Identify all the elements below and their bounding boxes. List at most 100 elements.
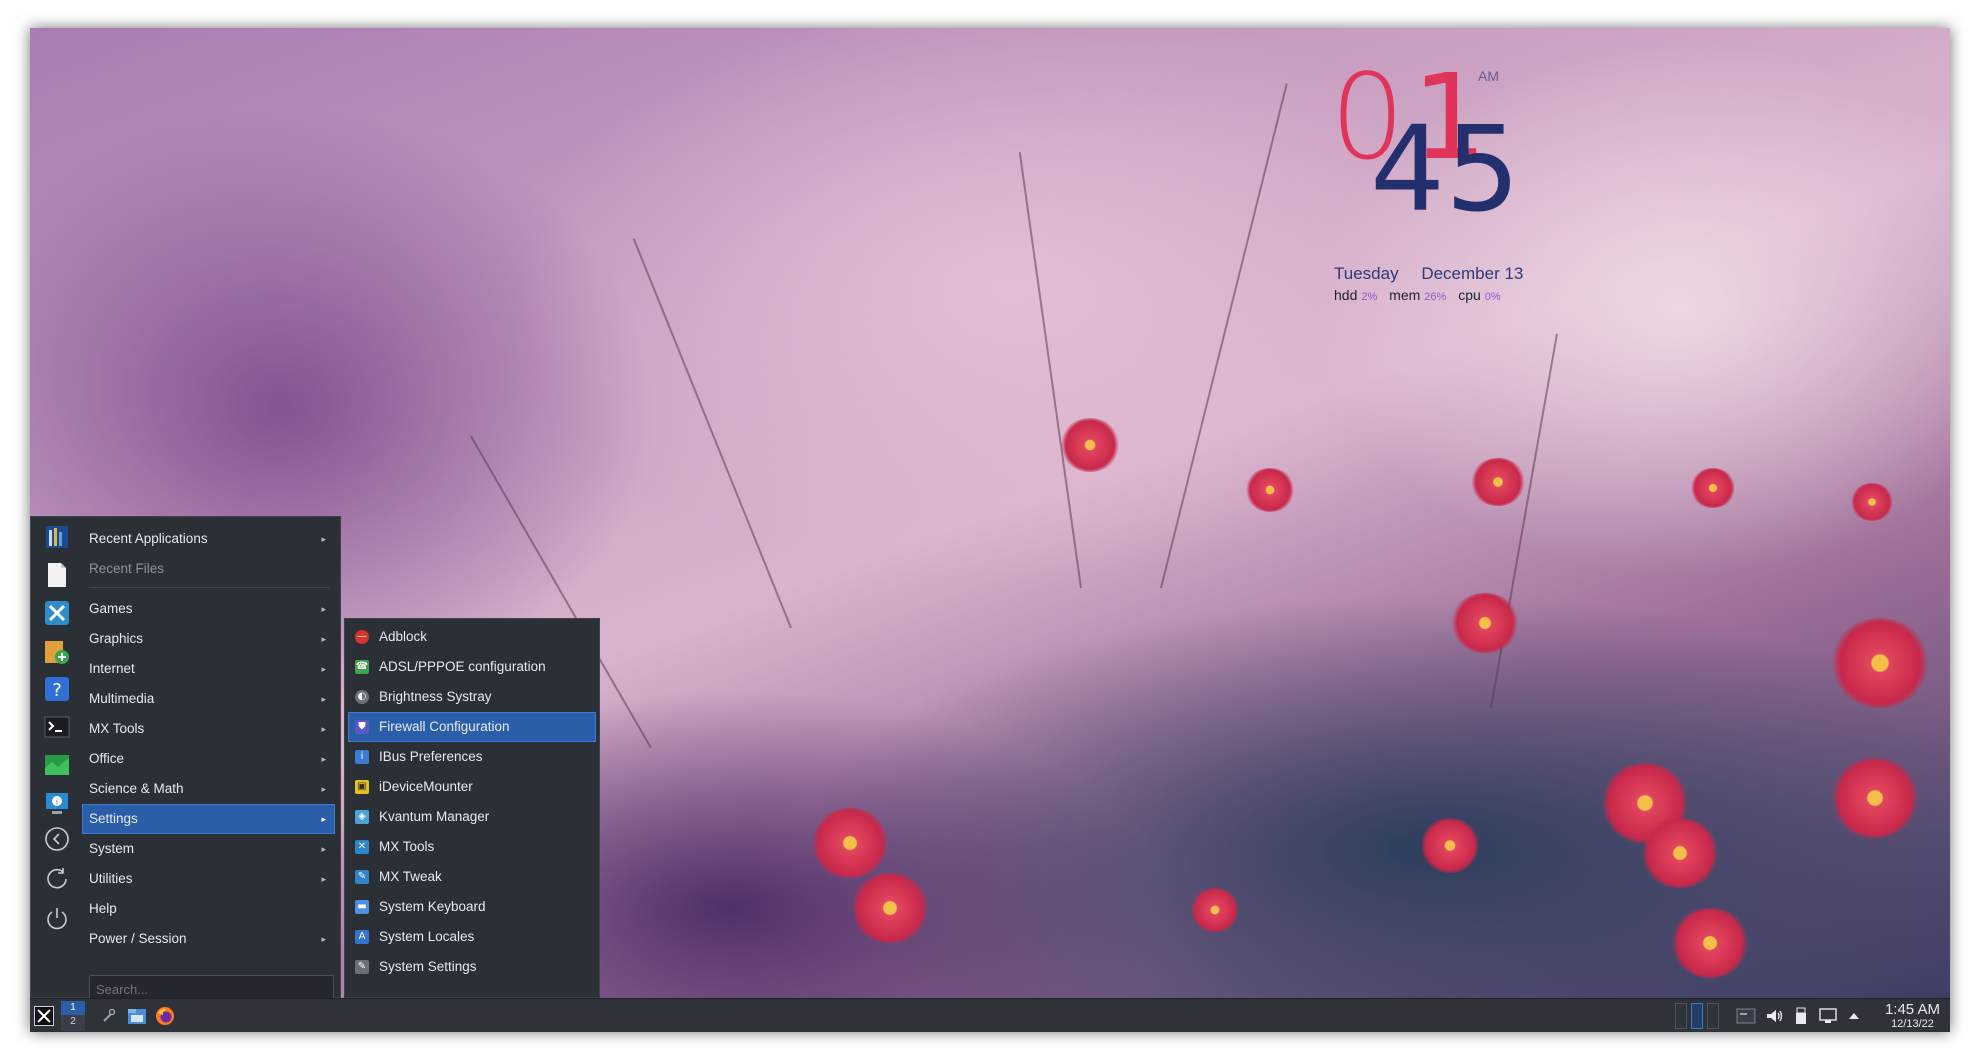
- clock-month-day: December 13: [1421, 264, 1524, 283]
- submenu-item-mx-tweak[interactable]: ✎ MX Tweak: [349, 863, 595, 891]
- screen-icon[interactable]: [1735, 1004, 1757, 1028]
- settings-submenu: — Adblock ☎ ADSL/PPPOE configuration ◐ Brig…: [344, 618, 600, 998]
- tray-time: 1:45 AM: [1884, 1001, 1940, 1018]
- mx-tools-favorite-icon[interactable]: [43, 599, 71, 627]
- back-icon[interactable]: [43, 825, 71, 853]
- mem-label: mem: [1389, 287, 1421, 303]
- submenu-item-adblock[interactable]: — Adblock: [349, 623, 595, 651]
- clock-minutes: 45: [1370, 100, 1521, 238]
- system-monitor-favorite-icon[interactable]: [43, 751, 71, 779]
- workspace-2[interactable]: 2: [61, 1015, 85, 1029]
- submenu-item-label: System Keyboard: [379, 899, 486, 914]
- submenu-item-label: MX Tweak: [379, 869, 442, 884]
- submenu-item-label: Brightness Systray: [379, 689, 492, 704]
- power-icon[interactable]: [43, 905, 71, 933]
- submenu-item-idevicemounter[interactable]: ▣ iDeviceMounter: [349, 773, 595, 801]
- submenu-item-label: IBus Preferences: [379, 749, 483, 764]
- menu-item-label: MX Tools: [89, 721, 145, 736]
- refresh-icon[interactable]: [43, 865, 71, 893]
- menu-item-help[interactable]: Help: [83, 895, 334, 923]
- tray-date: 12/13/22: [1891, 1018, 1934, 1030]
- submenu-item-kvantum-manager[interactable]: ◈ Kvantum Manager: [349, 803, 595, 831]
- clock-widget: 0 1 45 AM Tuesday December 13 hdd 2% mem 2…: [1330, 58, 1550, 303]
- submenu-item-mx-tools[interactable]: ✕ MX Tools: [349, 833, 595, 861]
- clock-weekday: Tuesday: [1334, 264, 1399, 283]
- usb-icon[interactable]: [1792, 1004, 1810, 1028]
- submenu-item-system-settings[interactable]: ✎ System Settings: [349, 953, 595, 981]
- submenu-arrow-icon: ▸: [321, 604, 326, 614]
- terminal-favorite-icon[interactable]: [43, 713, 71, 741]
- submenu-item-system-locales[interactable]: A System Locales: [349, 923, 595, 951]
- workspace-indicator-1[interactable]: [1675, 1003, 1687, 1029]
- submenu-item-label: Kvantum Manager: [379, 809, 490, 824]
- system-info-favorite-icon[interactable]: i: [43, 789, 71, 817]
- menu-item-multimedia[interactable]: Multimedia ▸: [83, 685, 334, 713]
- menu-item-label: Graphics: [89, 631, 144, 646]
- adblock-icon: —: [355, 630, 369, 644]
- submenu-arrow-icon: ▸: [321, 534, 326, 544]
- submenu-item-label: Firewall Configuration: [379, 719, 510, 734]
- submenu-arrow-icon: ▸: [321, 934, 326, 944]
- svg-text:i: i: [56, 798, 58, 807]
- keyboard-icon: ▬: [355, 900, 369, 914]
- network-status-icon[interactable]: [1818, 1004, 1838, 1028]
- menu-item-label: Utilities: [89, 871, 133, 886]
- settings-launcher-icon[interactable]: [98, 1004, 118, 1028]
- submenu-item-firewall-configuration[interactable]: ⛊ Firewall Configuration: [348, 712, 596, 742]
- menu-item-graphics[interactable]: Graphics ▸: [83, 625, 334, 653]
- hdd-label: hdd: [1334, 287, 1358, 303]
- start-menu-icon[interactable]: [33, 1004, 55, 1028]
- brightness-icon: ◐: [355, 690, 369, 704]
- mx-tools-icon: ✕: [355, 840, 369, 854]
- menu-item-label: Help: [89, 901, 117, 916]
- chevron-up-icon[interactable]: [1846, 1004, 1862, 1028]
- menu-item-settings[interactable]: Settings ▸: [82, 804, 335, 834]
- package-installer-favorite-icon[interactable]: [43, 637, 71, 665]
- submenu-item-brightness-systray[interactable]: ◐ Brightness Systray: [349, 683, 595, 711]
- kvantum-icon: ◈: [355, 810, 369, 824]
- workspace-indicator-3[interactable]: [1707, 1003, 1719, 1029]
- submenu-arrow-icon: ▸: [321, 754, 326, 764]
- idevice-icon: ▣: [355, 780, 369, 794]
- menu-item-office[interactable]: Office ▸: [83, 745, 334, 773]
- submenu-item-ibus-preferences[interactable]: i IBus Preferences: [349, 743, 595, 771]
- firefox-icon[interactable]: [154, 1004, 176, 1028]
- menu-item-internet[interactable]: Internet ▸: [83, 655, 334, 683]
- tray-clock[interactable]: 1:45 AM 12/13/22: [1885, 1001, 1940, 1031]
- application-menu: ? i Recent Applications ▸ Recent Files G…: [30, 516, 341, 1003]
- submenu-arrow-icon: ▸: [321, 784, 326, 794]
- help-favorite-icon[interactable]: ?: [43, 675, 71, 703]
- submenu-item-label: iDeviceMounter: [379, 779, 473, 794]
- locales-icon: A: [355, 930, 369, 944]
- workspace-pager[interactable]: 1 2: [61, 1001, 85, 1031]
- submenu-arrow-icon: ▸: [321, 694, 326, 704]
- file-manager-favorite-icon[interactable]: [43, 523, 71, 551]
- menu-item-power-session[interactable]: Power / Session ▸: [83, 925, 334, 953]
- volume-icon[interactable]: [1765, 1004, 1785, 1028]
- menu-item-science-math[interactable]: Science & Math ▸: [83, 775, 334, 803]
- clock-date: Tuesday December 13: [1334, 264, 1541, 284]
- menu-item-recent-files[interactable]: Recent Files: [83, 555, 334, 583]
- submenu-item-adsl-pppoe[interactable]: ☎ ADSL/PPPOE configuration: [349, 653, 595, 681]
- menu-item-utilities[interactable]: Utilities ▸: [83, 865, 334, 893]
- menu-item-games[interactable]: Games ▸: [83, 595, 334, 623]
- menu-item-label: Recent Applications: [89, 531, 208, 546]
- submenu-arrow-icon: ▸: [321, 664, 326, 674]
- menu-item-label: System: [89, 841, 135, 856]
- submenu-arrow-icon: ▸: [321, 874, 326, 884]
- workspace-indicator-2[interactable]: [1691, 1003, 1703, 1029]
- menu-divider: [89, 587, 330, 588]
- workspace-1[interactable]: 1: [61, 1001, 85, 1015]
- submenu-item-system-keyboard[interactable]: ▬ System Keyboard: [349, 893, 595, 921]
- cpu-label: cpu: [1458, 287, 1481, 303]
- hdd-value: 2%: [1361, 291, 1378, 303]
- file-manager-launcher-icon[interactable]: [126, 1004, 148, 1028]
- menu-item-label: Settings: [89, 811, 138, 826]
- menu-item-recent-applications[interactable]: Recent Applications ▸: [83, 525, 334, 553]
- menu-item-mx-tools[interactable]: MX Tools ▸: [83, 715, 334, 743]
- mem-value: 26%: [1424, 291, 1447, 303]
- menu-item-label: Internet: [89, 661, 135, 676]
- text-editor-favorite-icon[interactable]: [43, 561, 71, 589]
- menu-item-label: Multimedia: [89, 691, 155, 706]
- menu-item-system[interactable]: System ▸: [83, 835, 334, 863]
